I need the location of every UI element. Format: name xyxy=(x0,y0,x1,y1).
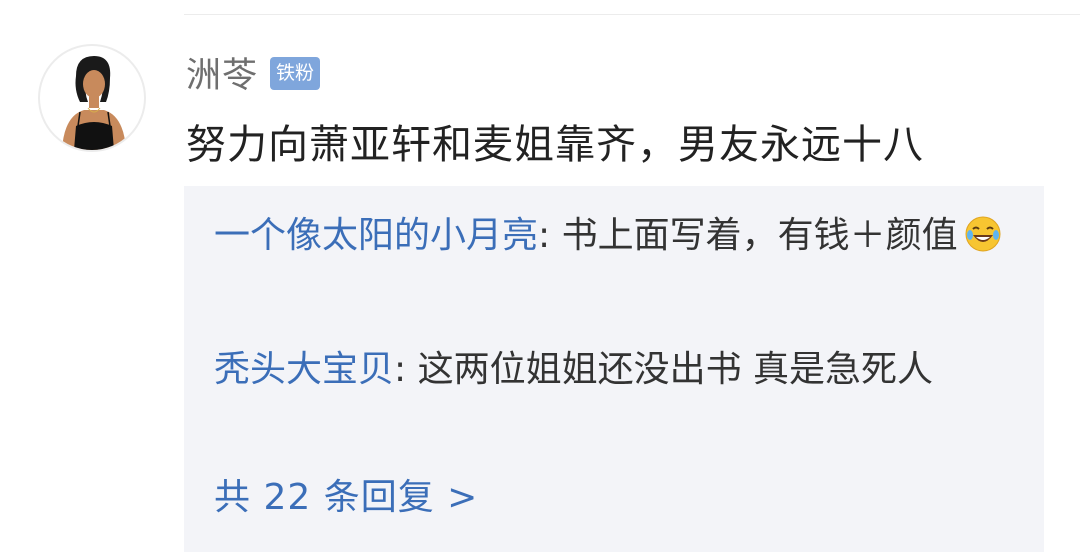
comment-item: 洲苓 铁粉 努力向萧亚轩和麦姐靠齐，男友永远十八 一个像太阳的小月亮: 书上面写… xyxy=(0,0,1080,552)
reply-author[interactable]: 一个像太阳的小月亮 xyxy=(214,215,538,256)
laughing-crying-emoji-icon xyxy=(964,214,1002,270)
avatar-illustration xyxy=(62,56,126,150)
reply-separator: : xyxy=(538,215,562,256)
view-all-replies-link[interactable]: 共 22 条回复 > xyxy=(214,470,478,526)
reply-item[interactable]: 秃头大宝贝: 这两位姐姐还没出书 真是急死人 xyxy=(214,342,1014,398)
reply-separator: : xyxy=(394,349,418,390)
reply-author[interactable]: 秃头大宝贝 xyxy=(214,349,394,390)
replies-box: 一个像太阳的小月亮: 书上面写着，有钱＋颜值 秃头大宝贝: 这两位姐姐还没出书 … xyxy=(184,186,1044,552)
reply-item[interactable]: 一个像太阳的小月亮: 书上面写着，有钱＋颜值 xyxy=(214,208,1014,270)
avatar[interactable] xyxy=(38,44,146,152)
username-row: 洲苓 铁粉 xyxy=(186,50,321,96)
reply-text: 书上面写着，有钱＋颜值 xyxy=(561,215,958,256)
username[interactable]: 洲苓 xyxy=(186,47,258,98)
reply-text: 这两位姐姐还没出书 真是急死人 xyxy=(417,349,934,390)
fan-badge: 铁粉 xyxy=(270,56,321,90)
comment-text: 努力向萧亚轩和麦姐靠齐，男友永远十八 xyxy=(186,122,924,168)
